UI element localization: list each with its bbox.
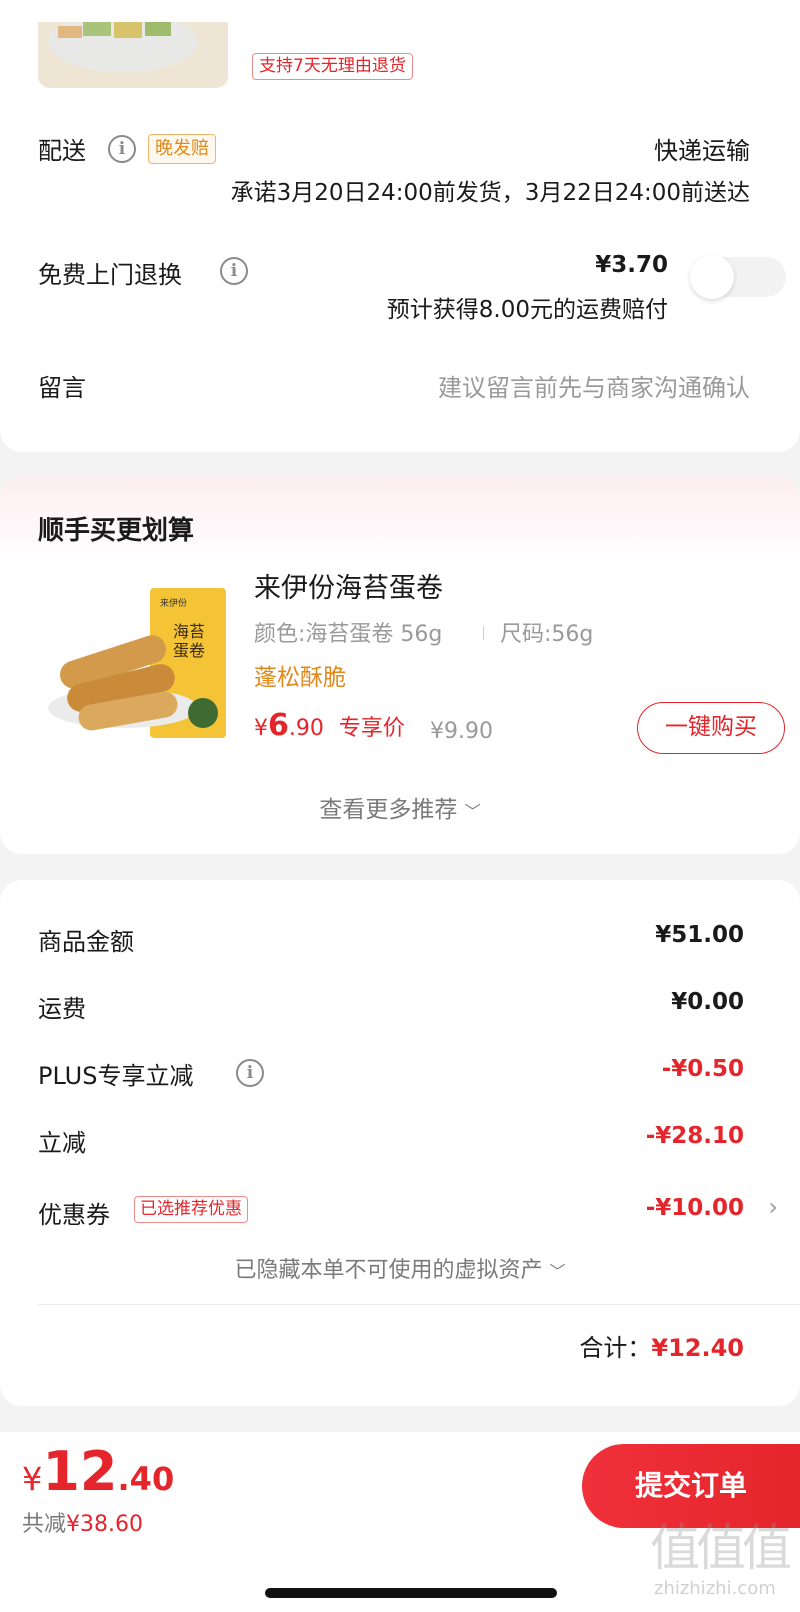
- price-summary-card: 商品金额 ¥51.00 运费 ¥0.00 PLUS专享立减 i -¥0.50 立…: [0, 880, 800, 1406]
- home-indicator: [265, 1588, 557, 1598]
- recommend-spec-size: 尺码:56g: [500, 622, 594, 647]
- recommend-card: 顺手买更划算 海苔蛋卷 来伊份 来伊份海苔蛋卷 颜色:海苔蛋卷 56g 尺码:5…: [0, 476, 800, 854]
- hidden-assets-text: 已隐藏本单不可使用的虚拟资产: [234, 1258, 543, 1283]
- more-recommend-text: 查看更多推荐: [319, 797, 458, 823]
- chevron-right-icon[interactable]: ›: [768, 1193, 778, 1221]
- summary-divider: [38, 1304, 800, 1305]
- discount-label: 立减: [38, 1129, 86, 1157]
- recommend-original-price: ¥9.90: [430, 719, 493, 744]
- goods-amount-label: 商品金额: [38, 928, 134, 956]
- coupon-value[interactable]: -¥10.00: [646, 1195, 744, 1221]
- more-recommend-link[interactable]: 查看更多推荐 ﹀: [0, 790, 800, 824]
- shipping-value: ¥0.00: [671, 989, 744, 1015]
- return-service-note: 预计获得8.00元的运费赔付: [386, 297, 668, 323]
- watermark-url: zhizhizhi.com: [654, 1578, 776, 1599]
- delivery-label: 配送: [38, 137, 86, 165]
- footer-saved-value: ¥38.60: [66, 1512, 143, 1537]
- message-input[interactable]: 建议留言前先与商家沟通确认: [438, 368, 750, 403]
- spec-divider: [483, 626, 484, 640]
- one-click-buy-button[interactable]: 一键购买: [637, 702, 785, 754]
- plus-discount-label: PLUS专享立减: [38, 1062, 194, 1090]
- return-service-label: 免费上门退换: [38, 261, 182, 289]
- return-service-price: ¥3.70: [595, 252, 668, 278]
- recommend-title: 顺手买更划算: [38, 516, 195, 546]
- delivery-promise: 承诺3月20日24:00前发货，3月22日24:00前送达: [230, 180, 750, 206]
- plus-discount-value: -¥0.50: [661, 1056, 744, 1082]
- recommend-spec-color: 颜色:海苔蛋卷 56g: [254, 622, 443, 647]
- recommend-price: ¥6.90 专享价: [254, 708, 405, 743]
- delivery-info-icon[interactable]: i: [108, 135, 136, 163]
- footer-saved-label: 共减: [22, 1512, 67, 1537]
- order-info-card: 支持7天无理由退货 配送 i 晚发赔 快递运输 承诺3月20日24:00前发货，…: [0, 0, 800, 452]
- toggle-knob: [690, 255, 734, 299]
- recommend-product-name[interactable]: 来伊份海苔蛋卷: [254, 566, 443, 605]
- price-dec: .90: [288, 716, 324, 741]
- checkout-bar: ¥12.40 共减¥38.60 提交订单 值值值 zhizhizhi.com: [0, 1432, 800, 1612]
- pack-text: 海苔蛋卷: [172, 622, 205, 660]
- price-symbol: ¥: [254, 716, 268, 741]
- shipping-label: 运费: [38, 995, 86, 1023]
- watermark-logo: 值值值: [650, 1519, 792, 1577]
- goods-amount-value: ¥51.00: [655, 922, 744, 948]
- pack-brand: 来伊份: [160, 599, 188, 609]
- message-label: 留言: [38, 374, 86, 402]
- total-label: 合计：: [579, 1334, 652, 1362]
- delivery-method[interactable]: 快递运输: [654, 131, 750, 166]
- total-row: 合计：¥12.40: [579, 1328, 744, 1363]
- return-policy-badge: 支持7天无理由退货: [252, 53, 413, 80]
- footer-saved: 共减¥38.60: [22, 1506, 143, 1538]
- plus-info-icon[interactable]: i: [236, 1059, 264, 1087]
- footer-price-symbol: ¥: [22, 1460, 43, 1498]
- discount-value: -¥28.10: [645, 1123, 744, 1149]
- price-label: 专享价: [338, 716, 405, 741]
- chevron-down-icon: ﹀: [464, 802, 481, 821]
- total-value: ¥12.40: [651, 1334, 744, 1362]
- hidden-assets-link[interactable]: 已隐藏本单不可使用的虚拟资产 ﹀: [0, 1252, 800, 1284]
- recommend-tag: 蓬松酥脆: [254, 665, 346, 691]
- late-compensation-badge: 晚发赔: [148, 134, 216, 164]
- return-service-toggle[interactable]: [690, 255, 786, 299]
- coupon-label: 优惠券: [38, 1201, 110, 1229]
- chevron-down-icon: ﹀: [549, 1262, 566, 1281]
- coupon-badge: 已选推荐优惠: [134, 1196, 248, 1223]
- footer-price-int: 12: [42, 1440, 118, 1503]
- footer-total-price: ¥12.40: [22, 1440, 174, 1503]
- product-thumbnail[interactable]: [38, 22, 228, 88]
- price-int: 6: [268, 708, 289, 743]
- footer-price-dec: .40: [117, 1460, 175, 1498]
- return-service-info-icon[interactable]: i: [220, 257, 248, 285]
- recommend-product-image[interactable]: 海苔蛋卷 来伊份: [38, 570, 228, 758]
